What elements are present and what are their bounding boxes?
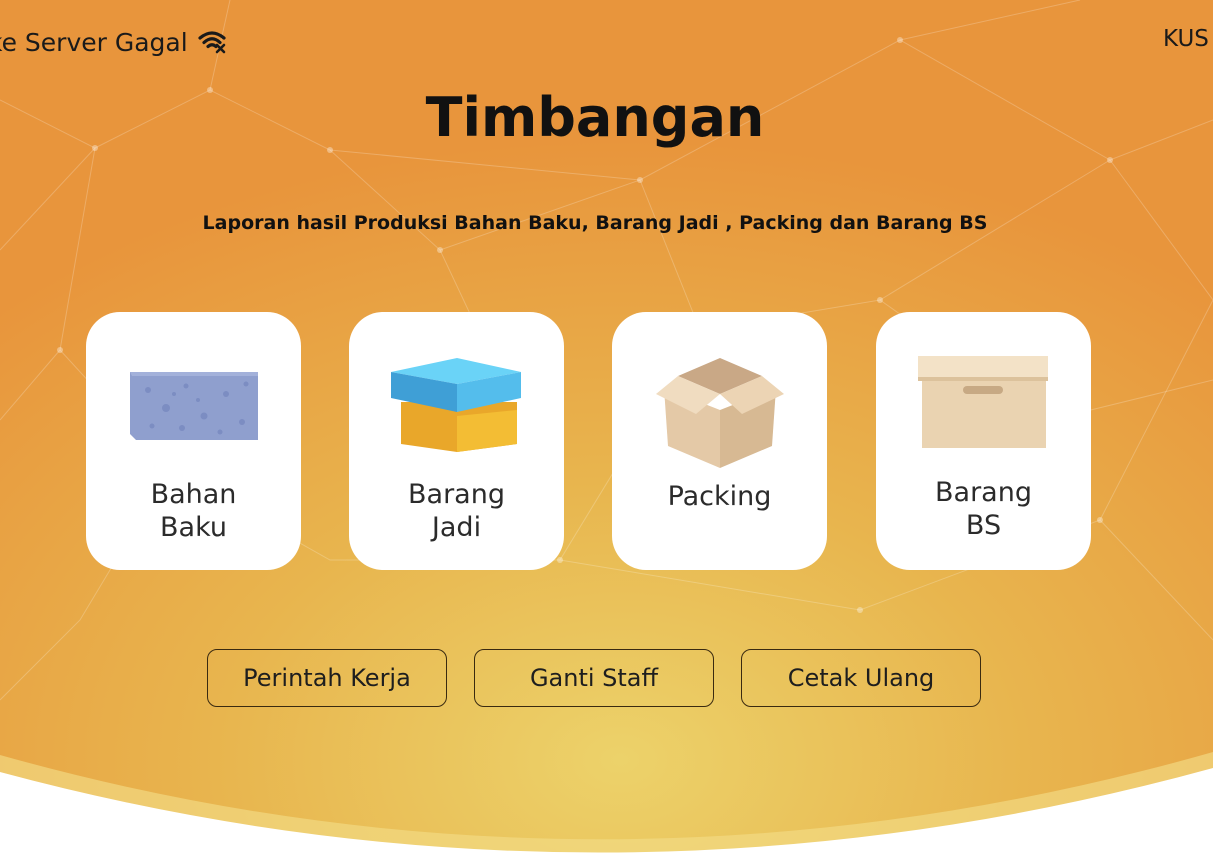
connection-status: ke Server Gagal	[0, 26, 226, 58]
ganti-staff-button[interactable]: Ganti Staff	[474, 649, 714, 707]
card-label-line1: Barang	[935, 477, 1032, 508]
page-subtitle: Laporan hasil Produksi Bahan Baku, Baran…	[202, 212, 988, 234]
wifi-off-icon	[198, 30, 226, 54]
page-title: Timbangan	[425, 86, 765, 149]
card-barang-bs[interactable]: Barang BS	[876, 312, 1091, 570]
card-bahan-baku[interactable]: Bahan Baku	[86, 312, 301, 570]
foam-block-icon	[130, 372, 258, 440]
card-label-line1: Barang	[408, 479, 505, 510]
card-label-line2: Jadi	[431, 512, 482, 543]
storage-box-icon	[918, 356, 1048, 448]
connection-status-text: ke Server Gagal	[0, 27, 188, 57]
user-name: KUS	[1163, 26, 1209, 52]
gift-box-icon	[391, 358, 521, 452]
cetak-ulang-button[interactable]: Cetak Ulang	[741, 649, 981, 707]
open-cardboard-box-icon	[656, 358, 784, 468]
card-label-line2: BS	[965, 510, 1002, 541]
card-label-line1: Packing	[667, 481, 772, 512]
card-packing[interactable]: Packing	[612, 312, 827, 570]
card-barang-jadi[interactable]: Barang Jadi	[349, 312, 564, 570]
card-label-line1: Bahan	[150, 479, 237, 510]
perintah-kerja-button[interactable]: Perintah Kerja	[207, 649, 447, 707]
card-label-line2: Baku	[160, 512, 227, 543]
